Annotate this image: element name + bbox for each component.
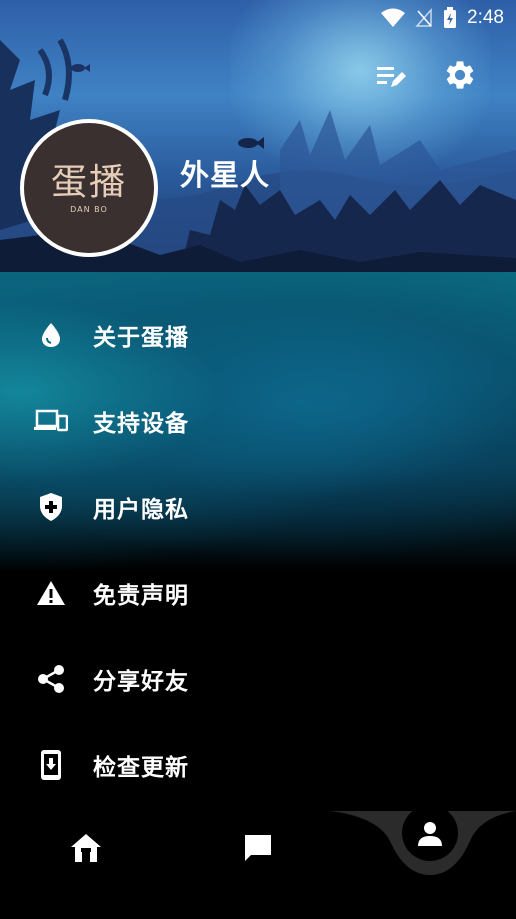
menu-item-privacy[interactable]: 用户隐私 xyxy=(0,464,516,550)
menu-item-label: 免责声明 xyxy=(93,583,189,609)
egg-icon xyxy=(34,318,68,352)
settings-menu: 关于蛋播 支持设备 用户隐私 免责声明 分享好友 检查更新 xyxy=(0,292,516,808)
chat-icon[interactable] xyxy=(238,828,278,868)
shield-icon xyxy=(34,490,68,524)
menu-item-label: 检查更新 xyxy=(93,755,189,781)
bottom-navigation xyxy=(0,811,516,919)
phone-download-icon xyxy=(34,748,68,782)
avatar[interactable]: 蛋播 DAN BO xyxy=(20,119,158,257)
share-icon xyxy=(34,662,68,696)
menu-item-label: 分享好友 xyxy=(93,669,189,695)
menu-item-devices[interactable]: 支持设备 xyxy=(0,378,516,464)
menu-item-label: 关于蛋播 xyxy=(93,325,189,351)
menu-item-about[interactable]: 关于蛋播 xyxy=(0,292,516,378)
menu-item-label: 用户隐私 xyxy=(93,497,189,523)
status-time: 2:48 xyxy=(467,7,504,28)
home-icon[interactable] xyxy=(66,828,106,868)
warning-icon xyxy=(34,576,68,610)
menu-item-label: 支持设备 xyxy=(93,411,189,437)
gear-icon[interactable] xyxy=(443,58,477,92)
menu-item-share[interactable]: 分享好友 xyxy=(0,636,516,722)
logo-english-text: DAN BO xyxy=(70,204,108,214)
signal-icon xyxy=(415,8,432,27)
status-bar: 2:48 xyxy=(0,0,516,36)
logo-chinese-text: 蛋播 xyxy=(50,161,127,203)
menu-item-disclaimer[interactable]: 免责声明 xyxy=(0,550,516,636)
battery-charging-icon xyxy=(444,7,457,28)
edit-list-icon[interactable] xyxy=(373,59,407,93)
wifi-icon xyxy=(381,8,406,27)
menu-item-update[interactable]: 检查更新 xyxy=(0,722,516,808)
person-icon[interactable] xyxy=(410,814,450,854)
username: 外星人 xyxy=(180,158,271,192)
devices-icon xyxy=(34,404,68,438)
